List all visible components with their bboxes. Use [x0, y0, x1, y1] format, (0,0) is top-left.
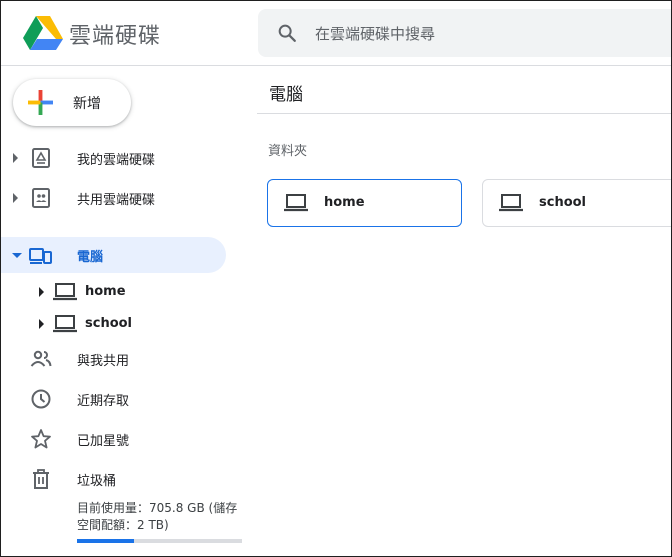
new-button-label: 新增 [73, 96, 101, 112]
sidebar-computer-home[interactable]: home [1, 277, 226, 307]
laptop-icon [499, 194, 523, 212]
expand-arrow-icon[interactable] [39, 287, 44, 297]
sidebar-item-starred[interactable]: 已加星號 [1, 421, 226, 457]
drive-window: 雲端硬碟 在雲端硬碟中搜尋 新增 我的雲端硬碟 共用雲端硬碟 電腦 home s… [0, 0, 672, 557]
sidebar-item-computers[interactable]: 電腦 [1, 237, 226, 273]
sidebar-item-label: 共用雲端硬碟 [77, 193, 156, 208]
section-label-folders: 資料夾 [268, 144, 308, 159]
page-title: 電腦 [269, 85, 303, 105]
sidebar-item-recent[interactable]: 近期存取 [1, 381, 226, 417]
sidebar-item-label: 垃圾桶 [77, 474, 117, 489]
clock-icon [31, 389, 51, 409]
laptop-icon [284, 194, 308, 212]
people-icon [30, 350, 52, 367]
folder-card-school[interactable]: school [482, 179, 671, 227]
sidebar-item-my-drive[interactable]: 我的雲端硬碟 [1, 140, 226, 176]
folder-card-label: home [324, 195, 365, 210]
expand-arrow-icon[interactable] [13, 153, 18, 163]
sidebar-item-label: 電腦 [77, 250, 104, 265]
sidebar-computer-label: school [85, 316, 133, 331]
sidebar-item-trash[interactable]: 垃圾桶 [1, 461, 226, 497]
sidebar-item-label: 近期存取 [77, 394, 130, 409]
sidebar-computer-label: home [85, 284, 126, 299]
sidebar-item-label: 與我共用 [77, 354, 130, 369]
sidebar-item-label: 我的雲端硬碟 [77, 153, 156, 168]
sidebar-item-shared-drives[interactable]: 共用雲端硬碟 [1, 180, 226, 216]
new-button[interactable]: 新增 [13, 79, 131, 126]
sidebar-item-shared-with-me[interactable]: 與我共用 [1, 341, 226, 377]
laptop-icon [53, 315, 77, 333]
storage-bar-fill [77, 539, 134, 543]
app-title: 雲端硬碟 [69, 24, 162, 49]
sidebar-item-label: 已加星號 [77, 434, 130, 449]
my-drive-icon [32, 148, 50, 168]
trash-icon [33, 469, 49, 489]
search-bar[interactable]: 在雲端硬碟中搜尋 [258, 9, 671, 57]
plus-icon [28, 90, 53, 115]
shared-drives-icon [32, 188, 50, 208]
folder-card-label: school [539, 195, 587, 210]
drive-logo-icon[interactable] [23, 15, 63, 51]
sidebar-computer-school[interactable]: school [1, 309, 226, 339]
search-input[interactable]: 在雲端硬碟中搜尋 [315, 23, 435, 44]
search-icon[interactable] [276, 22, 298, 44]
collapse-arrow-icon[interactable] [12, 253, 22, 258]
laptop-icon [53, 283, 77, 301]
expand-arrow-icon[interactable] [39, 319, 44, 329]
star-icon [31, 429, 51, 449]
expand-arrow-icon[interactable] [13, 193, 18, 203]
computers-icon [29, 248, 52, 264]
storage-usage-text: 目前使用量：705.8 GB (儲存空間配額：2 TB) [77, 501, 238, 532]
header: 雲端硬碟 在雲端硬碟中搜尋 [1, 1, 671, 66]
folder-card-home[interactable]: home [267, 179, 462, 227]
storage-bar [77, 539, 242, 543]
divider [257, 113, 671, 114]
